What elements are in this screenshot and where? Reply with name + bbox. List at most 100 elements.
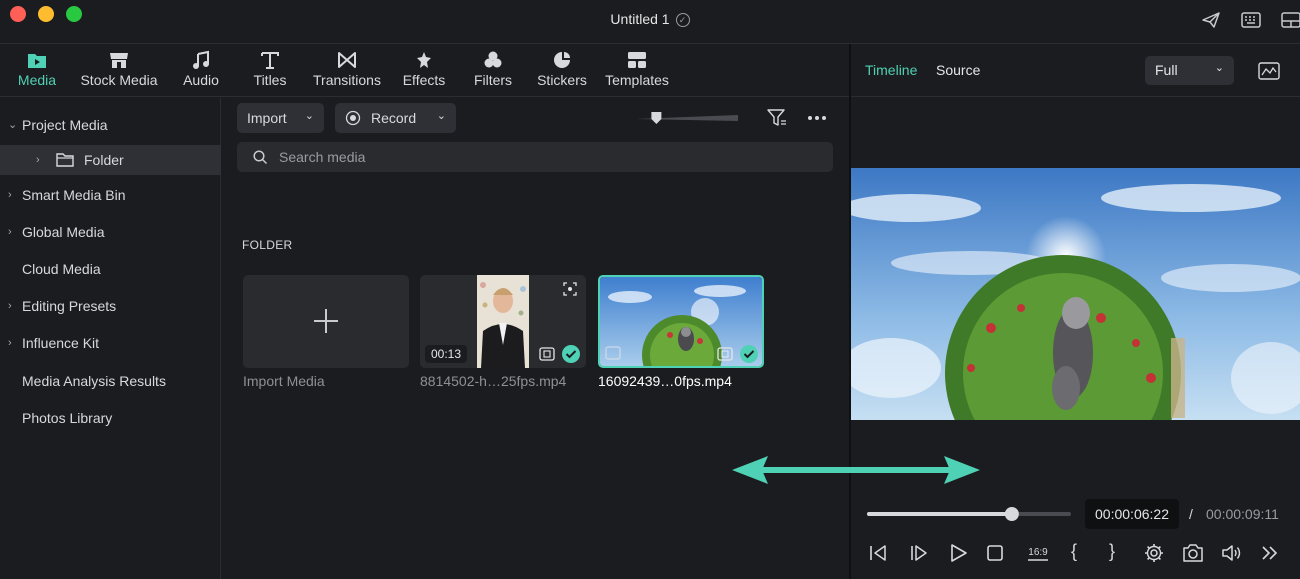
sidebar-item-influence-kit[interactable]: › Influence Kit [0,328,221,358]
sidebar-item-folder[interactable]: › Folder [0,145,221,175]
plus-icon [314,309,338,333]
tab-media[interactable]: Media [14,50,60,88]
sidebar-item-label: Influence Kit [22,335,100,351]
image-icon [605,346,621,360]
check-badge-icon [562,345,580,363]
chevron-right-icon[interactable]: › [8,291,12,321]
thumbnail-size-slider[interactable] [634,110,740,126]
sidebar-item-global-media[interactable]: › Global Media [0,217,221,247]
chevron-right-icon[interactable]: › [8,217,12,247]
video-preview [851,168,1300,420]
current-time[interactable]: 00:00:06:22 [1085,499,1179,529]
expand-chevrons-icon[interactable] [1259,542,1281,564]
search-placeholder: Search media [279,149,366,165]
sidebar-item-smart-media-bin[interactable]: › Smart Media Bin [0,180,221,210]
chevron-right-icon[interactable]: › [36,145,40,175]
quality-select[interactable]: Full ⌄ [1145,56,1234,85]
filters-circles-icon [484,51,502,68]
sidebar-item-label: Global Media [22,224,105,240]
sidebar-item-editing-presets[interactable]: › Editing Presets [0,291,221,321]
record-icon [345,110,361,126]
tab-effects-label: Effects [402,72,446,88]
record-label: Record [371,110,417,126]
search-icon [253,150,268,165]
card-name: 16092439…0fps.mp4 [598,373,732,389]
media-sidebar: ⌄ Project Media › Folder › Smart Media B… [0,98,221,579]
send-feedback-icon[interactable] [1200,10,1222,30]
sidebar-item-label: Editing Presets [22,298,117,314]
sticker-pie-icon [554,52,570,68]
tab-effects[interactable]: Effects [398,50,450,88]
focus-frame-icon[interactable] [562,281,578,297]
settings-gear-icon[interactable] [1143,542,1165,564]
tab-transitions[interactable]: Transitions [308,50,386,88]
keyboard-icon[interactable] [1240,10,1262,30]
search-media-field[interactable]: Search media [237,142,833,172]
text-t-icon [261,52,279,69]
tab-stock-media[interactable]: Stock Media [76,50,162,88]
preview-panel: Timeline Source Full ⌄ 00:00:06:22 / 00:… [851,44,1300,579]
play-icon[interactable] [947,542,969,564]
tab-audio[interactable]: Audio [178,50,224,88]
playback-progress[interactable] [865,504,1075,524]
video-thumbnail-man [477,275,529,368]
sidebar-item-label: Cloud Media [22,261,101,277]
sidebar-item-media-analysis-results[interactable]: Media Analysis Results [0,366,221,396]
title-bar: Untitled 1 ✓ [0,0,1300,44]
window-title: Untitled 1 [610,11,670,27]
chevron-down-icon[interactable]: ⌄ [8,110,17,140]
preview-frame [851,168,1300,420]
tab-templates[interactable]: Templates [602,50,672,88]
next-frame-icon[interactable] [908,542,930,564]
sidebar-item-photos-library[interactable]: Photos Library [0,403,221,433]
layout-icon[interactable] [1280,10,1300,30]
window-title-area: Untitled 1 ✓ [0,11,1300,27]
sidebar-item-label: Folder [84,152,124,168]
total-time: 00:00:09:11 [1206,506,1279,522]
sidebar-item-label: Project Media [22,117,108,133]
more-options-icon[interactable] [806,110,828,126]
tab-source[interactable]: Source [936,62,980,78]
slider-knob[interactable] [651,112,662,124]
templates-grid-icon [628,52,646,68]
filter-icon[interactable] [766,107,788,129]
aspect-ratio-icon[interactable]: 16:9 [1025,542,1051,564]
volume-icon[interactable] [1220,542,1242,564]
check-badge-icon [740,345,758,363]
aspect-ratio-label: 16:9 [1028,547,1048,558]
chevron-right-icon[interactable]: › [8,328,12,358]
record-dropdown-button[interactable]: Record ⌄ [335,103,456,133]
tab-filters-label: Filters [473,72,513,88]
tab-stickers-label: Stickers [537,72,587,88]
tab-stickers[interactable]: Stickers [534,50,590,88]
sidebar-item-cloud-media[interactable]: Cloud Media [0,254,221,284]
scopes-icon[interactable] [1257,60,1281,82]
mark-out-icon[interactable]: } [1109,541,1115,562]
preview-tab-bar: Timeline Source Full ⌄ [851,44,1300,97]
media-card-video-1[interactable]: 00:13 [420,275,586,368]
transition-bowtie-icon [338,52,356,68]
section-heading: FOLDER [242,238,293,252]
tab-titles[interactable]: Titles [248,50,292,88]
tab-audio-label: Audio [183,72,219,88]
stop-icon[interactable] [984,542,1006,564]
duration-badge: 00:13 [425,345,468,363]
mark-in-icon[interactable]: { [1071,541,1077,562]
snapshot-camera-icon[interactable] [1181,542,1205,564]
tab-templates-label: Templates [605,72,669,88]
media-card-video-2[interactable] [598,275,764,368]
import-dropdown-button[interactable]: Import ⌄ [237,103,324,133]
tab-filters[interactable]: Filters [470,50,516,88]
tab-timeline[interactable]: Timeline [865,62,917,78]
chevron-right-icon[interactable]: › [8,180,12,210]
import-media-card[interactable] [243,275,409,368]
music-note-icon [193,50,209,69]
quality-value: Full [1155,62,1178,78]
card-name: 8814502-h…25fps.mp4 [420,373,567,389]
media-library: Import ⌄ Record ⌄ Search media FOLDER Im… [222,98,849,579]
playhead-knob[interactable] [1004,507,1019,521]
sidebar-item-label: Photos Library [22,410,113,426]
sidebar-item-project-media[interactable]: ⌄ Project Media [0,110,221,140]
proxy-film-icon [539,347,555,361]
previous-frame-icon[interactable] [867,542,889,564]
